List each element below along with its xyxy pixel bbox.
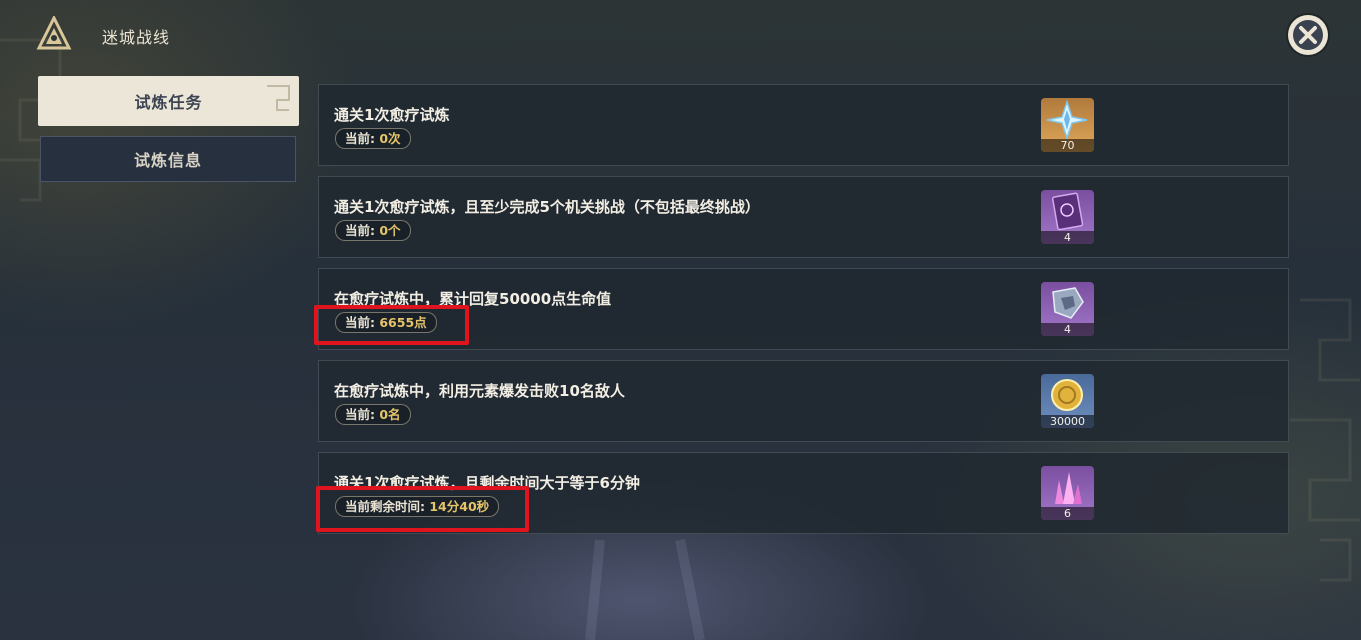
task-row: 通关1次愈疗试炼，且至少完成5个机关挑战（不包括最终挑战） 当前: 0个 4	[318, 176, 1289, 258]
reward-quantity: 4	[1041, 323, 1094, 336]
page-title: 迷城战线	[102, 28, 171, 47]
weapon-material-icon	[1052, 287, 1084, 319]
task-progress: 当前: 0名	[335, 404, 411, 425]
progress-label: 当前:	[345, 407, 375, 422]
progress-value: 0次	[379, 131, 401, 146]
reward-quantity: 6	[1041, 507, 1094, 520]
crystal-icon	[1055, 472, 1082, 504]
reward-item[interactable]: 4	[1041, 190, 1094, 244]
event-emblem-icon	[36, 16, 72, 50]
close-icon	[1293, 20, 1323, 50]
tab-trial-tasks[interactable]: 试炼任务	[38, 76, 299, 126]
reward-quantity: 70	[1041, 139, 1094, 152]
highlight-box-time-progress	[316, 486, 529, 532]
top-bar: 迷城战线	[0, 0, 1361, 70]
mora-coin-icon	[1051, 379, 1083, 411]
task-title: 在愈疗试炼中，利用元素爆发击败10名敌人	[334, 382, 625, 400]
tab-trial-info[interactable]: 试炼信息	[40, 136, 296, 182]
reward-item[interactable]: 6	[1041, 466, 1094, 520]
reward-quantity: 30000	[1041, 415, 1094, 428]
progress-label: 当前:	[345, 223, 375, 238]
close-button[interactable]	[1288, 15, 1328, 55]
tab-label: 试炼任务	[134, 93, 203, 112]
task-progress: 当前: 0个	[335, 220, 411, 241]
reward-item[interactable]: 70	[1041, 98, 1094, 152]
task-row: 在愈疗试炼中，利用元素爆发击败10名敌人 当前: 0名 30000	[318, 360, 1289, 442]
reward-item[interactable]: 30000	[1041, 374, 1094, 428]
progress-value: 0名	[379, 407, 401, 422]
tab-ornament-icon	[267, 85, 290, 111]
progress-label: 当前:	[345, 131, 375, 146]
task-row: 通关1次愈疗试炼 当前: 0次 70	[318, 84, 1289, 166]
progress-value: 0个	[379, 223, 401, 238]
task-title: 通关1次愈疗试炼	[334, 106, 450, 124]
task-title: 通关1次愈疗试炼，且至少完成5个机关挑战（不包括最终挑战）	[334, 198, 760, 216]
highlight-box-hp-progress	[314, 305, 469, 345]
task-progress: 当前: 0次	[335, 128, 411, 149]
primogem-icon	[1046, 99, 1088, 141]
tab-label: 试炼信息	[133, 151, 202, 170]
reward-quantity: 4	[1041, 231, 1094, 244]
talent-book-icon	[1051, 192, 1084, 231]
reward-item[interactable]: 4	[1041, 282, 1094, 336]
